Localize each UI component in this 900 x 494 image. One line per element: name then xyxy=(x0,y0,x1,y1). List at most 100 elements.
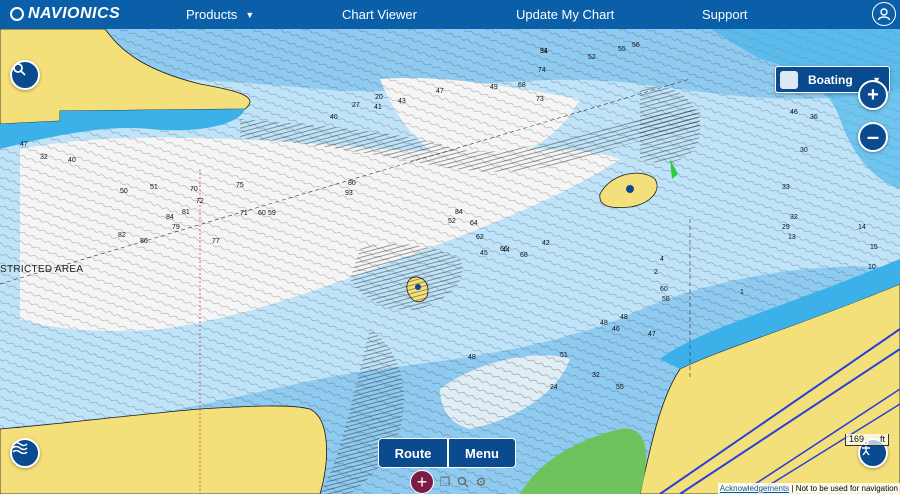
depth-label: 24 xyxy=(550,384,558,391)
navionics-logo-icon xyxy=(10,7,24,21)
user-account-button[interactable] xyxy=(872,2,896,26)
magnifier-icon xyxy=(457,476,469,488)
plus-icon: + xyxy=(416,471,428,492)
menu-button[interactable]: Menu xyxy=(448,438,516,468)
depth-label: 47 xyxy=(436,88,444,95)
depth-label: 71 xyxy=(240,210,248,217)
user-icon xyxy=(877,8,891,21)
search-button[interactable] xyxy=(10,60,40,90)
depth-label: 84 xyxy=(455,209,463,216)
plus-icon: + xyxy=(867,84,879,106)
chevron-down-icon: ▼ xyxy=(245,9,255,20)
depth-label: 29 xyxy=(782,224,790,231)
depth-label: 68 xyxy=(520,252,528,259)
copy-icon: ❐ xyxy=(439,475,451,489)
nav-chart-viewer[interactable]: Chart Viewer xyxy=(342,0,417,29)
depth-label: 1 xyxy=(740,289,744,296)
add-button[interactable]: + xyxy=(410,470,434,494)
depth-label: 48 xyxy=(468,354,476,361)
logo-text: NAVIONICS xyxy=(28,5,121,22)
depth-label: 64 xyxy=(470,220,478,227)
depth-label: 75 xyxy=(236,182,244,189)
depth-label: 20 xyxy=(375,94,383,101)
depth-label: 77 xyxy=(212,238,220,245)
depth-label: 58 xyxy=(662,296,670,303)
depth-label: 48 xyxy=(600,320,608,327)
depth-label: 80 xyxy=(348,180,356,187)
depth-label: 72 xyxy=(196,198,204,205)
depth-label: 47 xyxy=(648,331,656,338)
depth-label: 52 xyxy=(448,218,456,225)
depth-label: 40 xyxy=(68,157,76,164)
minus-icon: – xyxy=(866,124,880,149)
zoom-out-button[interactable]: – xyxy=(858,122,888,152)
settings-button[interactable]: ⚙ xyxy=(474,475,488,489)
depth-label: 27 xyxy=(352,102,360,109)
depth-label: 45 xyxy=(480,250,488,257)
layers-button[interactable] xyxy=(10,438,40,468)
depth-label: 51 xyxy=(150,184,158,191)
nav-support-label: Support xyxy=(702,7,748,22)
depth-label: 34 xyxy=(540,48,548,55)
depth-label: 49 xyxy=(490,84,498,91)
depth-label: 51 xyxy=(560,352,568,359)
depth-label: 42 xyxy=(542,240,550,247)
chart-map[interactable]: 51 52 55 56 27 20 40 41 43 47 49 68 73 74 47 32 40 50 51 70… xyxy=(0,29,900,494)
depth-label: 2 xyxy=(654,269,658,276)
depth-label: 32 xyxy=(592,372,600,379)
depth-label: 55 xyxy=(618,46,626,53)
depth-label: 36 xyxy=(810,114,818,121)
chart-map-canvas: 5152555627204041434749 6873744732 405051 70… xyxy=(0,29,900,494)
depth-label: 82 xyxy=(118,232,126,239)
nav-products[interactable]: Products ▼ xyxy=(186,0,254,29)
scale-unit: ft xyxy=(879,434,885,444)
depth-label: 59 xyxy=(268,210,276,217)
acknowledgements-link[interactable]: Acknowledgements xyxy=(720,484,789,493)
nav-update-my-chart[interactable]: Update My Chart xyxy=(516,0,614,29)
restricted-area-label: STRICTED AREA xyxy=(0,264,84,275)
depth-label: 81 xyxy=(182,209,190,216)
nav-support[interactable]: Support xyxy=(702,0,748,29)
depth-label: 15 xyxy=(870,244,878,251)
copy-button[interactable]: ❐ xyxy=(438,475,452,489)
depth-label: 46 xyxy=(612,326,620,333)
nav-products-label: Products xyxy=(186,7,238,22)
depth-label: 14 xyxy=(858,224,866,231)
map-scale: 169 ft xyxy=(845,434,889,446)
depth-label: 10 xyxy=(868,264,876,271)
depth-label: 48 xyxy=(620,314,628,321)
navionics-logo[interactable]: NAVIONICS xyxy=(10,5,120,23)
footer: Acknowledgements | Not to be used for na… xyxy=(717,483,900,494)
depth-label: 56 xyxy=(632,42,640,49)
depth-label: 73 xyxy=(536,96,544,103)
waves-icon xyxy=(12,441,28,454)
depth-label: 41 xyxy=(374,104,382,111)
scale-value: 169 xyxy=(849,434,865,444)
depth-label: 70 xyxy=(190,186,198,193)
route-button[interactable]: Route xyxy=(378,438,448,468)
depth-label: 79 xyxy=(172,224,180,231)
depth-label: 30 xyxy=(800,147,808,154)
depth-label: 33 xyxy=(782,184,790,191)
depth-label: 74 xyxy=(538,67,546,74)
depth-label: 60 xyxy=(660,286,668,293)
zoom-in-button[interactable]: + xyxy=(858,80,888,110)
top-navigation-bar: NAVIONICS Products ▼ Chart Viewer Update… xyxy=(0,0,900,29)
magnify-button[interactable] xyxy=(456,475,470,489)
boating-icon xyxy=(780,70,798,89)
navigation-disclaimer: Not to be used for navigation xyxy=(795,484,898,493)
nav-chart-viewer-label: Chart Viewer xyxy=(342,7,417,22)
depth-label: 32 xyxy=(40,154,48,161)
depth-label: 44 xyxy=(502,247,510,254)
nav-update-my-chart-label: Update My Chart xyxy=(516,7,615,22)
search-icon xyxy=(13,63,26,76)
depth-label: 40 xyxy=(330,114,338,121)
depth-label: 47 xyxy=(20,141,28,148)
depth-label: 32 xyxy=(790,214,798,221)
depth-label: 55 xyxy=(616,384,624,391)
depth-label: 84 xyxy=(166,214,174,221)
depth-label: 50 xyxy=(120,188,128,195)
depth-label: 46 xyxy=(790,109,798,116)
depth-label: 86 xyxy=(140,238,148,245)
depth-label: 68 xyxy=(518,82,526,89)
